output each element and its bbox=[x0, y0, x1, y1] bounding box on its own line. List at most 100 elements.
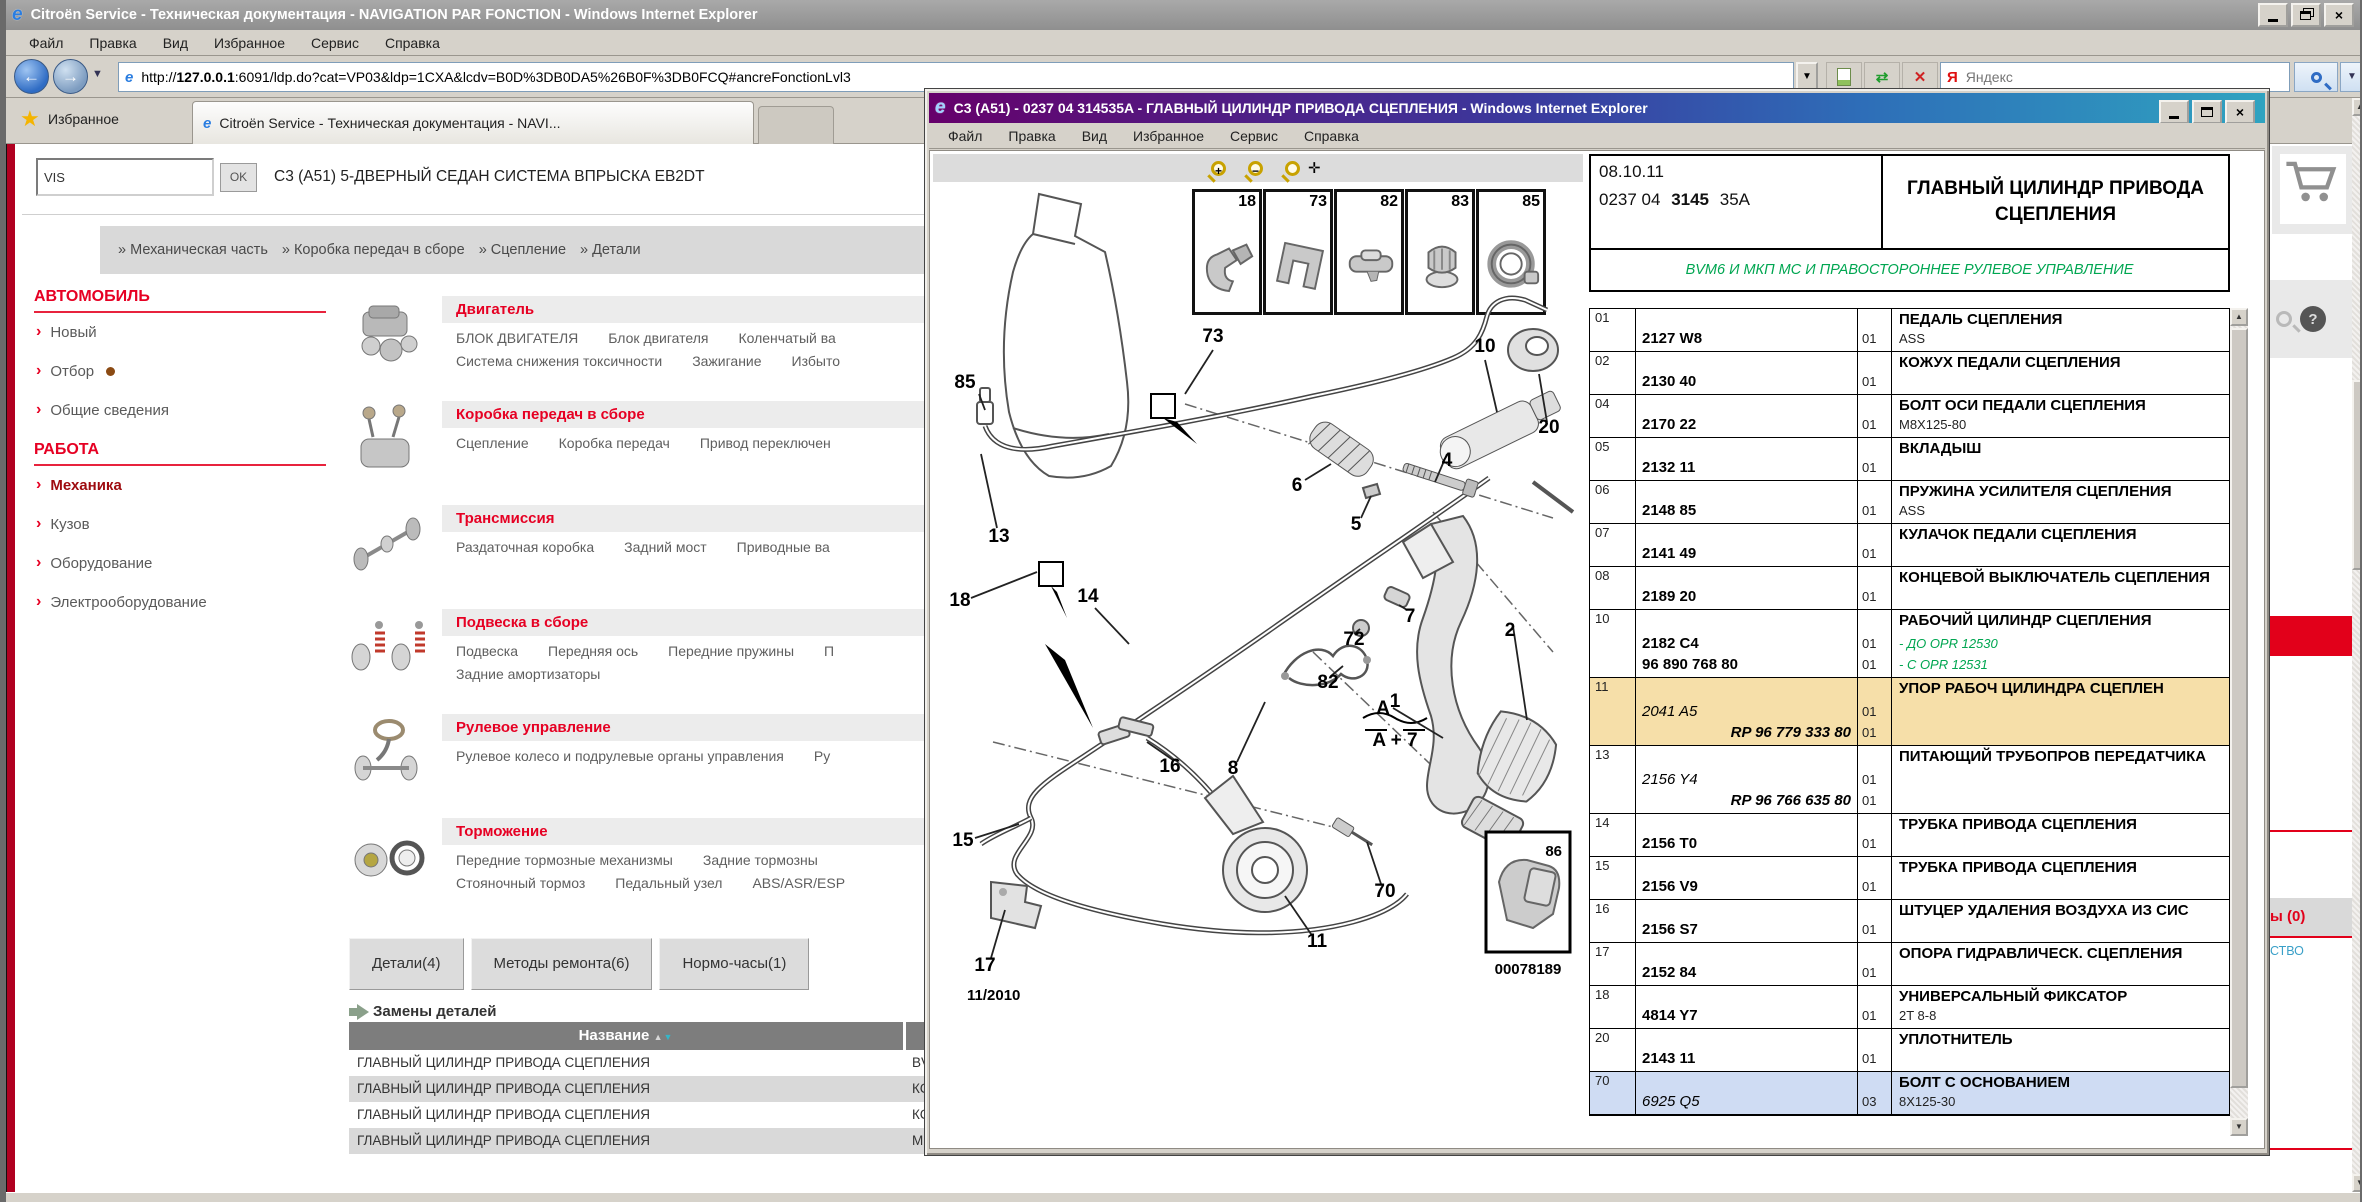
vis-input[interactable] bbox=[36, 158, 214, 196]
breadcrumb-item[interactable]: Сцепление bbox=[479, 242, 566, 258]
zoom-in-icon[interactable]: + bbox=[1211, 161, 1226, 176]
diagram-callout-85[interactable]: 85 bbox=[954, 372, 976, 393]
search-button[interactable] bbox=[2294, 62, 2338, 92]
section-link-Сцепление[interactable]: Сцепление bbox=[456, 435, 529, 451]
zoom-icon[interactable] bbox=[2276, 311, 2292, 327]
diagram-callout-18[interactable]: 18 bbox=[949, 590, 970, 611]
menu-Справка[interactable]: Справка bbox=[372, 35, 453, 51]
scrollbar-thumb[interactable] bbox=[2352, 380, 2362, 570]
diagram-callout-A[interactable]: A bbox=[1376, 698, 1390, 719]
menu-Сервис[interactable]: Сервис bbox=[1217, 128, 1291, 144]
section-link-Передние тормозные механизмы[interactable]: Передние тормозные механизмы bbox=[456, 852, 673, 868]
table-row[interactable]: ГЛАВНЫЙ ЦИЛИНДР ПРИВОДА СЦЕПЛЕНИЯМК bbox=[349, 1128, 949, 1154]
back-button[interactable]: ← bbox=[14, 59, 49, 94]
diagram-callout-11/2010[interactable]: 11/2010 bbox=[967, 987, 1020, 1004]
diagram-callout-13[interactable]: 13 bbox=[988, 526, 1009, 547]
table-row[interactable]: ГЛАВНЫЙ ЦИЛИНДР ПРИВОДА СЦЕПЛЕНИЯКС bbox=[349, 1102, 949, 1128]
diagram-callout-86[interactable]: 86 bbox=[1545, 843, 1562, 860]
table-row[interactable]: ГЛАВНЫЙ ЦИЛИНДР ПРИВОДА СЦЕПЛЕНИЯBV bbox=[349, 1050, 949, 1076]
breadcrumb-item[interactable]: Детали bbox=[580, 242, 641, 258]
menu-Правка[interactable]: Правка bbox=[76, 35, 149, 51]
sort-asc-icon[interactable]: ▲ bbox=[654, 1032, 664, 1042]
diagram-callout-17[interactable]: 17 bbox=[974, 955, 995, 976]
diagram-callout-72[interactable]: 72 bbox=[1343, 629, 1364, 650]
section-link-Блок двигателя[interactable]: Блок двигателя bbox=[608, 330, 708, 346]
section-link-Система снижения токсичности[interactable]: Система снижения токсичности bbox=[456, 353, 662, 369]
sidebar-item-Механика[interactable]: ›Механика bbox=[36, 476, 334, 494]
parts-scrollbar[interactable]: ▲ ▼ bbox=[2230, 308, 2248, 1136]
zoom-out-icon[interactable]: − bbox=[1248, 161, 1263, 176]
menu-Избранное[interactable]: Избранное bbox=[201, 35, 298, 51]
part-row-70[interactable]: 706925 Q503БОЛТ С ОСНОВАНИЕМ8X125-30 bbox=[1590, 1072, 2229, 1115]
menu-Файл[interactable]: Файл bbox=[16, 35, 76, 51]
section-link-Ру[interactable]: Ру bbox=[814, 748, 830, 764]
scroll-up-icon[interactable]: ▲ bbox=[2230, 308, 2248, 326]
diagram-callout-5[interactable]: 5 bbox=[1351, 514, 1362, 535]
diagram-callout-16[interactable]: 16 bbox=[1159, 756, 1180, 777]
diagram-callout-11[interactable]: 11 bbox=[1307, 931, 1328, 952]
part-row-14[interactable]: 142156 T001ТРУБКА ПРИВОДА СЦЕПЛЕНИЯ bbox=[1590, 814, 2229, 857]
part-row-06[interactable]: 062148 8501ПРУЖИНА УСИЛИТЕЛЯ СЦЕПЛЕНИЯAS… bbox=[1590, 481, 2229, 524]
popup-close-button[interactable]: × bbox=[2225, 100, 2255, 124]
section-link-Привод переключен[interactable]: Привод переключен bbox=[700, 435, 831, 451]
diagram-callout-1[interactable]: 1 bbox=[1390, 691, 1401, 712]
menu-Справка[interactable]: Справка bbox=[1291, 128, 1372, 144]
section-title[interactable]: Трансмиссия bbox=[442, 505, 930, 532]
forward-button[interactable]: → bbox=[53, 59, 88, 94]
info-icon[interactable]: ? bbox=[2300, 306, 2326, 332]
part-row-16[interactable]: 162156 S701ШТУЦЕР УДАЛЕНИЯ ВОЗДУХА ИЗ СИ… bbox=[1590, 900, 2229, 943]
diagram-callout-82[interactable]: 82 bbox=[1317, 672, 1338, 693]
section-link-Избыто[interactable]: Избыто bbox=[792, 353, 840, 369]
results-table-header[interactable]: Название ▲▼ bbox=[349, 1022, 949, 1050]
part-row-01[interactable]: 012127 W801ПЕДАЛЬ СЦЕПЛЕНИЯASS bbox=[1590, 309, 2229, 352]
popup-maximize-button[interactable] bbox=[2192, 100, 2222, 124]
section-link-Раздаточная коробка[interactable]: Раздаточная коробка bbox=[456, 539, 594, 555]
section-link-Приводные ва[interactable]: Приводные ва bbox=[737, 539, 830, 555]
cart-button[interactable] bbox=[2280, 154, 2346, 224]
search-input[interactable] bbox=[1964, 68, 2244, 86]
section-link-Подвеска[interactable]: Подвеска bbox=[456, 643, 518, 659]
tab-Методы ремонта(6)[interactable]: Методы ремонта(6) bbox=[471, 938, 653, 990]
part-row-10[interactable]: 102182 C496 890 768 800101РАБОЧИЙ ЦИЛИНД… bbox=[1590, 610, 2229, 678]
diagram-callout-7[interactable]: 7 bbox=[1405, 606, 1416, 627]
search-dropdown-button[interactable]: ▼ bbox=[2340, 62, 2362, 92]
diagram-callout-2[interactable]: 2 bbox=[1505, 620, 1516, 641]
restore-button[interactable] bbox=[2291, 3, 2321, 27]
menu-Сервис[interactable]: Сервис bbox=[298, 35, 372, 51]
section-link-Педальный узел[interactable]: Педальный узел bbox=[615, 875, 722, 891]
scroll-up-icon[interactable]: ▲ bbox=[2352, 98, 2362, 116]
tab-Нормо-часы(1)[interactable]: Нормо-часы(1) bbox=[659, 938, 809, 990]
browser-tab[interactable]: e Citroën Service - Техническая документ… bbox=[192, 101, 754, 144]
section-link-Коробка передач[interactable]: Коробка передач bbox=[559, 435, 670, 451]
part-row-15[interactable]: 152156 V901ТРУБКА ПРИВОДА СЦЕПЛЕНИЯ bbox=[1590, 857, 2229, 900]
diagram-callout-20[interactable]: 20 bbox=[1538, 417, 1559, 438]
part-row-07[interactable]: 072141 4901КУЛАЧОК ПЕДАЛИ СЦЕПЛЕНИЯ bbox=[1590, 524, 2229, 567]
breadcrumb-item[interactable]: Коробка передач в сборе bbox=[282, 242, 465, 258]
breadcrumb-item[interactable]: Механическая часть bbox=[118, 242, 268, 258]
scroll-down-icon[interactable]: ▼ bbox=[2352, 1174, 2362, 1192]
popup-titlebar[interactable]: e C3 (A51) - 0237 04 314535A - ГЛАВНЫЙ Ц… bbox=[929, 93, 2265, 123]
section-link-Задние амортизаторы[interactable]: Задние амортизаторы bbox=[456, 666, 600, 682]
section-link-Рулевое колесо и подрулевые органы управления[interactable]: Рулевое колесо и подрулевые органы управ… bbox=[456, 748, 784, 764]
menu-Правка[interactable]: Правка bbox=[995, 128, 1068, 144]
diagram-callout-15[interactable]: 15 bbox=[952, 830, 974, 851]
section-link-Зажигание[interactable]: Зажигание bbox=[692, 353, 761, 369]
section-link-Коленчатый ва[interactable]: Коленчатый ва bbox=[738, 330, 835, 346]
part-row-20[interactable]: 202143 1101УПЛОТНИТЕЛЬ bbox=[1590, 1029, 2229, 1072]
diagram-callout-6[interactable]: 6 bbox=[1292, 475, 1303, 496]
part-row-02[interactable]: 022130 4001КОЖУХ ПЕДАЛИ СЦЕПЛЕНИЯ bbox=[1590, 352, 2229, 395]
sidebar-item-Отбор[interactable]: ›Отбор bbox=[36, 362, 334, 380]
sort-desc-icon[interactable]: ▼ bbox=[663, 1032, 673, 1042]
section-link-П[interactable]: П bbox=[824, 643, 834, 659]
section-link-БЛОК ДВИГАТЕЛЯ[interactable]: БЛОК ДВИГАТЕЛЯ bbox=[456, 330, 578, 346]
new-tab-stub[interactable] bbox=[758, 106, 834, 144]
main-scrollbar[interactable]: ▲ ▼ bbox=[2352, 98, 2362, 1192]
section-title[interactable]: Торможение bbox=[442, 818, 930, 845]
section-title[interactable]: Коробка передач в сборе bbox=[442, 401, 930, 428]
scroll-down-icon[interactable]: ▼ bbox=[2230, 1118, 2248, 1136]
diagram-callout-00078189[interactable]: 00078189 bbox=[1495, 961, 1562, 978]
part-row-18[interactable]: 184814 Y701УНИВЕРСАЛЬНЫЙ ФИКСАТОР2T 8-8 bbox=[1590, 986, 2229, 1029]
close-button[interactable]: × bbox=[2324, 3, 2354, 27]
diagram-callout-8[interactable]: 8 bbox=[1228, 758, 1239, 779]
part-row-08[interactable]: 082189 2001КОНЦЕВОЙ ВЫКЛЮЧАТЕЛЬ СЦЕПЛЕНИ… bbox=[1590, 567, 2229, 610]
